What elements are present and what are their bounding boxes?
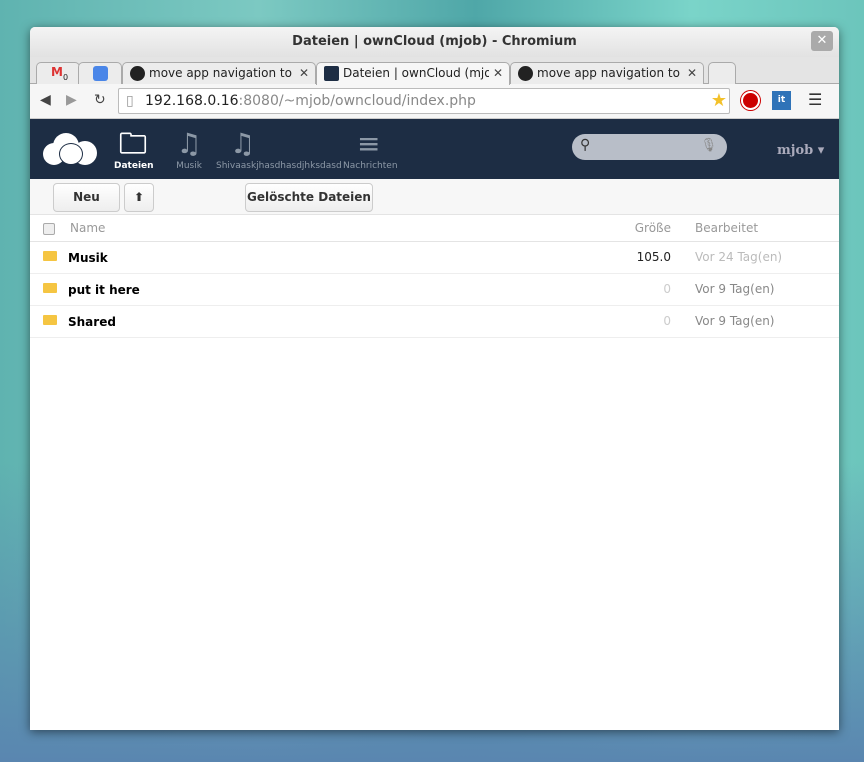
window-close-button[interactable]: ✕ bbox=[811, 31, 833, 51]
tab-close-icon[interactable]: ✕ bbox=[488, 63, 503, 83]
tab-label: Dateien | ownCloud (mjob) bbox=[343, 66, 504, 80]
tab-label: move app navigation to to bbox=[149, 66, 308, 80]
file-row[interactable]: Shared 0 Vor 9 Tag(en) bbox=[30, 306, 839, 338]
extension-it-icon[interactable]: it bbox=[772, 91, 791, 110]
folder-icon bbox=[43, 315, 57, 325]
address-path: :8080/~mjob/owncloud/index.php bbox=[238, 93, 476, 109]
owncloud-app-icon bbox=[93, 66, 108, 81]
column-size[interactable]: Größe bbox=[635, 221, 671, 235]
music-icon: ♫ bbox=[230, 127, 256, 160]
deleted-files-button[interactable]: Gelöschte Dateien bbox=[245, 183, 373, 212]
file-name[interactable]: put it here bbox=[68, 283, 140, 297]
window-title: Dateien | ownCloud (mjob) - Chromium bbox=[292, 34, 577, 49]
owncloud-logo[interactable] bbox=[43, 133, 97, 165]
new-tab-button[interactable] bbox=[708, 62, 736, 84]
nav-label: Dateien bbox=[114, 161, 154, 171]
folder-icon bbox=[43, 251, 57, 261]
new-button[interactable]: Neu bbox=[53, 183, 120, 212]
owncloud-icon bbox=[324, 66, 339, 81]
file-size: 0 bbox=[663, 314, 671, 328]
tab-github-1[interactable]: move app navigation to to ✕ bbox=[122, 62, 316, 84]
forward-icon[interactable]: ▶ bbox=[66, 92, 77, 108]
nav-label: Musik bbox=[176, 161, 202, 171]
tab-close-icon[interactable]: ✕ bbox=[682, 63, 697, 83]
tab-badge: 0 bbox=[63, 73, 69, 82]
browser-toolbar: ◀ ▶ ↻ ▯ 192.168.0.16:8080/~mjob/owncloud/… bbox=[30, 84, 839, 119]
microphone-icon[interactable]: 🎙 bbox=[700, 138, 717, 153]
file-modified: Vor 9 Tag(en) bbox=[695, 282, 775, 296]
nav-label: Shivaaskjhasdhasdjhksdasd bbox=[216, 161, 342, 171]
file-controls: Neu ⬆ Gelöschte Dateien bbox=[30, 179, 839, 215]
github-icon bbox=[130, 66, 145, 81]
file-row[interactable]: Musik 105.0 Vor 24 Tag(en) bbox=[30, 242, 839, 274]
page-icon: ▯ bbox=[126, 93, 134, 109]
folder-icon bbox=[43, 283, 57, 293]
search-icon: ⚲ bbox=[580, 137, 591, 153]
file-row[interactable]: put it here 0 Vor 9 Tag(en) bbox=[30, 274, 839, 306]
nav-shiva[interactable]: ♫ Shivaaskjhasdhasdjhksdasd bbox=[216, 127, 344, 171]
nav-nachrichten[interactable]: ≡ Nachrichten bbox=[343, 127, 403, 171]
search-input[interactable]: ⚲ 🎙 bbox=[572, 134, 727, 160]
nav-dateien[interactable]: 🗀 Dateien bbox=[114, 127, 154, 171]
tab-gmail[interactable]: M0 bbox=[36, 62, 80, 84]
file-size: 105.0 bbox=[636, 250, 671, 264]
owncloud-header: 🗀 Dateien ♫ Musik ♫ Shivaaskjhasdhasdjhksda… bbox=[30, 119, 839, 179]
title-bar: Dateien | ownCloud (mjob) - Chromium ✕ bbox=[30, 27, 839, 57]
file-modified: Vor 9 Tag(en) bbox=[695, 314, 775, 328]
tab-close-icon[interactable]: ✕ bbox=[294, 63, 309, 83]
tab-label: move app navigation to to bbox=[537, 66, 696, 80]
browser-window: Dateien | ownCloud (mjob) - Chromium ✕ M0… bbox=[30, 27, 839, 730]
back-icon[interactable]: ◀ bbox=[40, 92, 51, 108]
column-modified[interactable]: Bearbeitet bbox=[695, 221, 758, 235]
file-name[interactable]: Musik bbox=[68, 251, 108, 265]
reload-icon[interactable]: ↻ bbox=[94, 92, 106, 108]
music-icon: ♫ bbox=[176, 127, 202, 160]
menu-icon[interactable]: ☰ bbox=[808, 90, 822, 109]
tab-owncloud-app[interactable] bbox=[78, 62, 122, 84]
nav-musik[interactable]: ♫ Musik bbox=[170, 127, 208, 171]
adblock-icon[interactable] bbox=[741, 91, 760, 110]
github-icon bbox=[518, 66, 533, 81]
nav-label: Nachrichten bbox=[343, 161, 398, 171]
select-all-checkbox[interactable] bbox=[43, 223, 55, 235]
address-bar[interactable]: ▯ 192.168.0.16:8080/~mjob/owncloud/index.… bbox=[118, 88, 730, 114]
file-table-header: Name Größe Bearbeitet bbox=[30, 215, 839, 242]
file-size: 0 bbox=[663, 282, 671, 296]
folder-icon: 🗀 bbox=[118, 127, 147, 160]
column-name[interactable]: Name bbox=[70, 221, 105, 235]
tab-dateien[interactable]: Dateien | ownCloud (mjob) ✕ bbox=[316, 62, 510, 85]
file-name[interactable]: Shared bbox=[68, 315, 116, 329]
address-host: 192.168.0.16 bbox=[145, 93, 239, 109]
tab-strip: M0 move app navigation to to ✕ Dateien | … bbox=[30, 57, 839, 85]
news-icon: ≡ bbox=[357, 127, 381, 160]
user-menu[interactable]: mjob ▾ bbox=[777, 143, 824, 158]
bookmark-star-icon[interactable]: ★ bbox=[711, 90, 727, 112]
tab-github-2[interactable]: move app navigation to to ✕ bbox=[510, 62, 704, 84]
file-modified: Vor 24 Tag(en) bbox=[695, 250, 783, 264]
upload-button[interactable]: ⬆ bbox=[124, 183, 154, 212]
